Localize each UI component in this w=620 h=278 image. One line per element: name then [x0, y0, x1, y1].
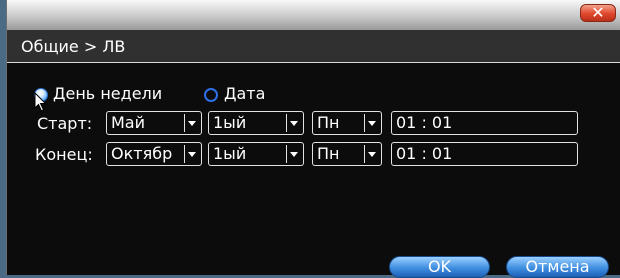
chevron-down-icon[interactable]: [286, 114, 301, 132]
start-day-select[interactable]: Пн: [312, 111, 382, 135]
end-month-value: Октябр: [111, 144, 173, 163]
start-week-select[interactable]: 1ый: [208, 111, 304, 135]
breadcrumb: Общие > ЛВ: [7, 30, 620, 63]
end-month-select[interactable]: Октябр: [106, 142, 202, 166]
start-month-value: Май: [111, 113, 146, 132]
close-button[interactable]: ✕: [580, 3, 616, 22]
chevron-down-icon[interactable]: [364, 114, 379, 132]
end-week-value: 1ый: [213, 144, 247, 163]
end-day-select[interactable]: Пн: [312, 142, 382, 166]
start-week-value: 1ый: [213, 113, 247, 132]
mouse-pointer-icon: [34, 92, 47, 112]
cancel-button-label: Отмена: [525, 257, 590, 276]
start-month-select[interactable]: Май: [106, 111, 202, 135]
dst-dialog: ✕ Общие > ЛВ: [6, 0, 620, 275]
chevron-down-icon[interactable]: [184, 114, 199, 132]
end-time-input[interactable]: 01 : 01: [391, 142, 578, 166]
end-time-value: 01 : 01: [396, 144, 453, 163]
title-bar: ✕: [7, 0, 620, 30]
radio-date-label[interactable]: Дата: [224, 84, 265, 103]
end-label: Конец:: [35, 145, 93, 164]
breadcrumb-text: Общие > ЛВ: [21, 37, 126, 56]
start-day-value: Пн: [317, 113, 340, 132]
start-time-value: 01 : 01: [396, 113, 453, 132]
ok-button-label: OK: [427, 257, 452, 276]
start-time-input[interactable]: 01 : 01: [391, 111, 578, 135]
chevron-down-icon[interactable]: [184, 145, 199, 163]
end-week-select[interactable]: 1ый: [208, 142, 304, 166]
radio-date[interactable]: [204, 88, 218, 102]
start-label: Старт:: [37, 114, 93, 133]
end-day-value: Пн: [317, 144, 340, 163]
close-icon: ✕: [591, 3, 605, 22]
chevron-down-icon[interactable]: [286, 145, 301, 163]
radio-day-of-week-label[interactable]: День недели: [53, 84, 162, 103]
chevron-down-icon[interactable]: [364, 145, 379, 163]
